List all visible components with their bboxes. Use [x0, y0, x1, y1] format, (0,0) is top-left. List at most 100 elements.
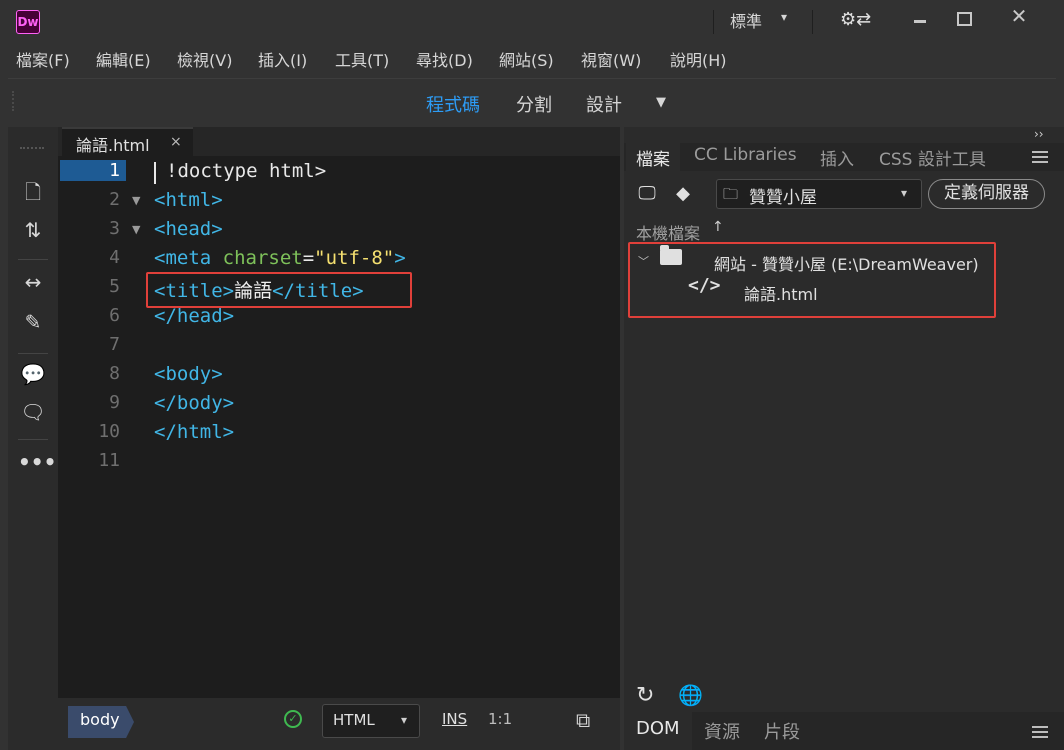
- menu-window[interactable]: 視窗(W): [581, 47, 641, 71]
- tag-selector-label: body: [80, 710, 120, 729]
- code-line-1-lt: <: [154, 160, 165, 182]
- folder-icon: [660, 245, 682, 265]
- files-toolbar: 🖵 ◆ 🗀 贊贊小屋 ▾ 定義伺服器: [624, 177, 1064, 213]
- panel-menu-icon[interactable]: [1032, 151, 1048, 163]
- new-document-icon[interactable]: 🗋: [18, 177, 48, 207]
- toolbar-divider: [18, 439, 48, 440]
- comment-icon[interactable]: 💬: [18, 359, 48, 389]
- more-icon[interactable]: •••: [18, 447, 56, 477]
- tab-insert[interactable]: 插入: [810, 143, 864, 171]
- real-time-preview-icon[interactable]: ⧉: [576, 708, 590, 732]
- chevron-down-icon[interactable]: ▼: [656, 95, 666, 110]
- document-tab-label: 論語.html: [76, 136, 150, 155]
- menu-site[interactable]: 網站(S): [499, 47, 554, 71]
- tab-cc-libraries[interactable]: CC Libraries: [684, 143, 807, 171]
- menu-bar: 檔案(F) 編輯(E) 檢視(V) 插入(I) 工具(T) 尋找(D) 網站(S…: [0, 42, 1064, 72]
- line-number: 2: [109, 189, 120, 210]
- split-view-button[interactable]: 分割: [516, 91, 552, 117]
- panel-menu-icon[interactable]: [1032, 726, 1048, 738]
- document-type-select[interactable]: HTML ▾: [322, 704, 420, 738]
- sync-settings-icon[interactable]: ⚙⇄: [840, 9, 871, 30]
- cursor-position: 1:1: [488, 710, 513, 728]
- site-select[interactable]: 🗀 贊贊小屋 ▾: [716, 179, 922, 209]
- code-view-button[interactable]: 程式碼: [426, 91, 480, 117]
- menu-view[interactable]: 檢視(V): [177, 47, 232, 71]
- code-line-8[interactable]: <body>: [154, 363, 223, 385]
- line-number: 9: [109, 392, 120, 413]
- code-editor[interactable]: 1 2 3 4 5 6 7 8 9 10 11 ▼ ▼ !doctype htm…: [58, 156, 620, 698]
- chevron-down-icon[interactable]: ▾: [781, 10, 787, 24]
- tab-assets[interactable]: 資源: [692, 712, 752, 750]
- toolbar-grip[interactable]: [12, 91, 18, 111]
- code-line-4[interactable]: <meta charset="utf-8">: [154, 247, 406, 269]
- files-panel: ›› 檔案 CC Libraries 插入 CSS 設計工具 🖵 ◆ 🗀 贊贊小…: [624, 127, 1064, 750]
- code-line-3[interactable]: <head>: [154, 218, 223, 240]
- code-line-2[interactable]: <html>: [154, 189, 223, 211]
- files-footer: ↻ 🌐: [624, 683, 1064, 713]
- toolbar-grip[interactable]: [20, 147, 44, 150]
- code-line-6[interactable]: </head>: [154, 305, 234, 327]
- local-files-header[interactable]: 本機檔案: [636, 220, 700, 244]
- tag-selector[interactable]: body: [68, 706, 134, 738]
- code-line-10[interactable]: </html>: [154, 421, 234, 443]
- collapse-panel-icon[interactable]: ››: [1034, 127, 1044, 141]
- insert-mode-toggle[interactable]: INS: [442, 710, 467, 728]
- git-icon[interactable]: ◆: [670, 181, 696, 207]
- remote-server-icon[interactable]: 🖵: [634, 181, 660, 207]
- expand-icon[interactable]: ↔: [18, 267, 48, 297]
- common-toolbar: 🗋 ⇅ ↔ ✎ 💬 🗨 •••: [8, 127, 58, 750]
- line-number: 11: [98, 450, 120, 471]
- menu-help[interactable]: 說明(H): [670, 47, 727, 71]
- tab-css-designer[interactable]: CSS 設計工具: [869, 143, 996, 171]
- format-source-icon[interactable]: ✎: [18, 307, 48, 337]
- chevron-down-icon[interactable]: ﹀: [638, 253, 649, 269]
- line-number: 10: [98, 421, 120, 442]
- title-separator: [713, 10, 714, 34]
- code-line-1[interactable]: !doctype html>: [166, 160, 326, 182]
- folder-icon: 🗀: [723, 185, 739, 203]
- line-number: 8: [109, 363, 120, 384]
- line-number: 1: [60, 160, 126, 181]
- file-transfer-icon[interactable]: ⇅: [18, 215, 48, 245]
- code-file-icon: </>: [688, 275, 721, 296]
- site-select-label: 贊贊小屋: [749, 188, 817, 208]
- define-server-button[interactable]: 定義伺服器: [928, 179, 1045, 209]
- title-bar: Dw 標準 ▾ ⚙⇄ ✕: [0, 0, 1064, 42]
- menu-file[interactable]: 檔案(F): [16, 47, 70, 71]
- dreamweaver-logo-icon: Dw: [16, 10, 40, 34]
- design-view-button[interactable]: 設計: [586, 91, 622, 117]
- fold-toggle-icon[interactable]: ▼: [132, 223, 140, 236]
- tab-files[interactable]: 檔案: [626, 143, 680, 171]
- refresh-icon[interactable]: ↻: [636, 683, 654, 708]
- document-tab[interactable]: 論語.html ×: [62, 127, 193, 156]
- dreamweaver-window: Dw 標準 ▾ ⚙⇄ ✕ 檔案(F) 編輯(E) 檢視(V) 插入(I) 工具(…: [0, 0, 1064, 750]
- menu-find[interactable]: 尋找(D): [416, 47, 473, 71]
- remove-comment-icon[interactable]: 🗨: [18, 397, 48, 427]
- panel-tab-bar: 檔案 CC Libraries 插入 CSS 設計工具: [624, 143, 1064, 171]
- toolbar-divider: [18, 259, 48, 260]
- close-icon[interactable]: ×: [170, 134, 182, 150]
- tab-dom[interactable]: DOM: [624, 712, 692, 750]
- site-root-item[interactable]: 網站 - 贊贊小屋 (E:\DreamWeaver): [714, 251, 979, 275]
- connect-remote-icon[interactable]: 🌐: [678, 683, 703, 707]
- document-toolbar: 程式碼 分割 設計 ▼: [8, 78, 1056, 124]
- linting-ok-icon[interactable]: ✓: [284, 710, 302, 728]
- bottom-panel-tab-bar: DOM 資源 片段: [624, 712, 1064, 750]
- fold-toggle-icon[interactable]: ▼: [132, 194, 140, 207]
- workspace-switcher[interactable]: 標準: [730, 8, 762, 32]
- code-line-9[interactable]: </body>: [154, 392, 234, 414]
- title-highlight-box: [146, 272, 412, 308]
- chevron-down-icon: ▾: [401, 713, 408, 727]
- file-item[interactable]: 論語.html: [744, 281, 818, 305]
- sort-arrow-icon[interactable]: ↑: [712, 219, 724, 235]
- menu-tools[interactable]: 工具(T): [335, 47, 389, 71]
- maximize-button[interactable]: [944, 4, 984, 30]
- chevron-down-icon: ▾: [901, 186, 908, 200]
- line-number: 3: [109, 218, 120, 239]
- tab-snippets[interactable]: 片段: [752, 712, 812, 750]
- minimize-button[interactable]: [898, 4, 944, 30]
- close-button[interactable]: ✕: [994, 2, 1044, 30]
- menu-insert[interactable]: 插入(I): [258, 47, 307, 71]
- toolbar-divider: [18, 353, 48, 354]
- menu-edit[interactable]: 編輯(E): [96, 47, 151, 71]
